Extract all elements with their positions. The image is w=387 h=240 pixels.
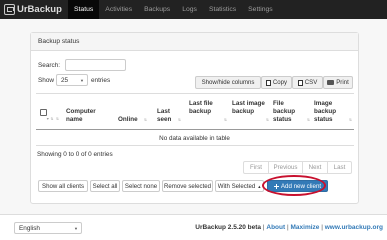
copy-label: Copy (272, 79, 288, 86)
language-select[interactable]: English ▼ (14, 222, 82, 234)
plus-icon (273, 183, 279, 189)
csv-icon (297, 79, 303, 86)
table-info: Showing 0 to 0 of 0 entries (37, 151, 113, 158)
show-label: Show (38, 77, 54, 84)
csv-label: CSV (304, 79, 318, 86)
sort-icon: ⇅ (307, 118, 311, 122)
navbar: UrBackup Status Activities Backups Logs … (0, 0, 387, 19)
copy-button[interactable]: Copy (261, 76, 292, 89)
nav-statistics[interactable]: Statistics (203, 0, 242, 19)
print-label: Print (336, 79, 349, 86)
show-hide-columns-button[interactable]: Show/hide columns (195, 76, 261, 89)
table-empty-message: No data available in table (159, 135, 230, 142)
column-computer-name[interactable]: Computer name (66, 108, 110, 124)
table-top-border (36, 93, 354, 94)
entries-select-value: 25 (61, 77, 69, 84)
separator: | (321, 224, 323, 231)
separator: | (262, 224, 265, 231)
entries-select[interactable]: 25 ▼ (56, 74, 88, 86)
language-select-value: English (19, 225, 40, 232)
sort-icon: ⇅ (349, 118, 353, 122)
select-none-button[interactable]: Select none (122, 180, 160, 192)
sort-icon: ▼ ⇅ (46, 117, 54, 121)
select-all-button[interactable]: Select all (90, 180, 120, 192)
caret-up-icon: ▲ (257, 183, 262, 189)
maximize-link[interactable]: Maximize (291, 224, 320, 231)
nav-settings[interactable]: Settings (242, 0, 279, 19)
column-last-file-backup[interactable]: Last file backup (189, 100, 219, 116)
footer: English ▼ UrBackup 2.5.20 beta | About |… (0, 214, 387, 240)
with-selected-label: With Selected (217, 182, 256, 190)
sort-icon: ⇅ (178, 118, 182, 122)
table-bottom-border (36, 145, 354, 146)
column-last-seen[interactable]: Last seen (157, 108, 177, 124)
nav-logs[interactable]: Logs (176, 0, 203, 19)
with-selected-dropdown[interactable]: With Selected ▲ (215, 180, 264, 192)
csv-button[interactable]: CSV (292, 76, 323, 89)
about-link[interactable]: About (266, 224, 285, 231)
page-next[interactable]: Next (303, 162, 328, 173)
sort-icon: ⇅ (144, 118, 148, 122)
page-last[interactable]: Last (328, 162, 351, 173)
search-label: Search: (38, 62, 61, 69)
search-input[interactable] (65, 59, 126, 71)
column-last-image-backup[interactable]: Last image backup (232, 100, 266, 116)
remove-selected-label: Remove selected (163, 182, 212, 190)
urbackup-logo-icon (4, 4, 15, 15)
show-hide-columns-label: Show/hide columns (201, 79, 255, 86)
nav-status[interactable]: Status (68, 0, 100, 19)
page-previous[interactable]: Previous (269, 162, 303, 173)
print-icon (327, 80, 335, 85)
pagination: First Previous Next Last (243, 161, 352, 174)
copy-icon (265, 79, 271, 86)
column-image-backup-status[interactable]: Image backup status (314, 100, 348, 124)
panel-title: Backup status (38, 38, 80, 45)
entries-label: entries (91, 77, 111, 84)
select-all-label: Select all (92, 182, 118, 190)
remove-selected-button[interactable]: Remove selected (162, 180, 213, 192)
table-header-border (36, 129, 354, 130)
chevron-down-icon: ▼ (80, 78, 84, 83)
separator: | (286, 224, 289, 231)
panel-heading: Backup status (31, 33, 358, 51)
select-none-label: Select none (124, 182, 158, 190)
main-nav: Status Activities Backups Logs Statistic… (68, 0, 279, 19)
brand[interactable]: UrBackup (4, 2, 62, 17)
print-button[interactable]: Print (323, 76, 353, 89)
sort-icon: ⇅ (266, 118, 270, 122)
add-new-client-label: Add new client (280, 182, 322, 190)
footer-info: UrBackup 2.5.20 beta | About | Maximize … (195, 224, 383, 231)
brand-name: UrBackup (17, 4, 62, 15)
page-first[interactable]: First (244, 162, 269, 173)
website-link[interactable]: www.urbackup.org (325, 224, 383, 231)
nav-backups[interactable]: Backups (138, 0, 176, 19)
sort-icon: ⇅ (56, 117, 60, 121)
column-online[interactable]: Online (118, 116, 138, 124)
show-all-clients-button[interactable]: Show all clients (38, 180, 88, 192)
column-file-backup-status[interactable]: File backup status (273, 100, 305, 124)
select-all-checkbox[interactable] (40, 109, 47, 116)
version-text: UrBackup 2.5.20 beta (195, 224, 262, 231)
sort-icon: ⇅ (224, 118, 228, 122)
show-all-clients-label: Show all clients (42, 182, 84, 190)
chevron-down-icon: ▼ (74, 226, 78, 231)
add-new-client-button[interactable]: Add new client (267, 180, 328, 192)
nav-activities[interactable]: Activities (99, 0, 138, 19)
